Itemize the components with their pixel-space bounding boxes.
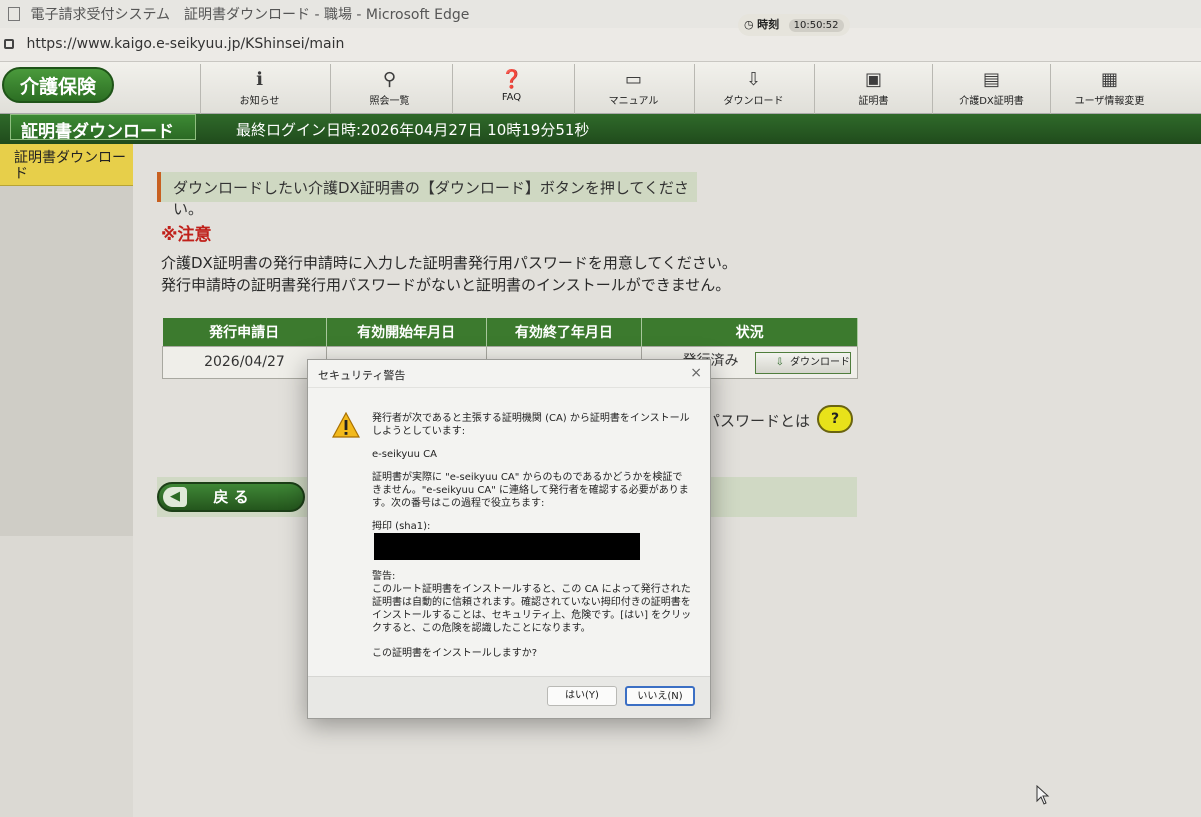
nav-item-certificate[interactable]: ▣ 証明書 bbox=[814, 64, 932, 114]
window-title: 電子請求受付システム 証明書ダウンロード - 職場 - Microsoft Ed… bbox=[30, 7, 470, 23]
nav-item-faq[interactable]: ❓ FAQ bbox=[452, 64, 570, 114]
download-button[interactable]: ⇩ ダウンロード bbox=[755, 352, 851, 374]
nav-item-dx-certificate[interactable]: ▤ 介護DX証明書 bbox=[932, 64, 1050, 114]
clock-label: 時刻 bbox=[757, 18, 780, 31]
address-bar[interactable]: https://www.kaigo.e-seikyuu.jp/KShinsei/… bbox=[0, 28, 1201, 62]
table-header-row: 発行申請日 有効開始年月日 有効終了年月日 状況 bbox=[162, 318, 858, 346]
close-icon[interactable]: × bbox=[690, 365, 702, 381]
warning-heading: ※注意 bbox=[161, 225, 212, 245]
mouse-cursor-icon bbox=[1036, 785, 1050, 805]
ca-name: e-seikyuu CA bbox=[372, 449, 437, 460]
header-bar: 証明書ダウンロード 最終ログイン日時:2026年04月27日 10時19分51秒 bbox=[0, 114, 1201, 144]
dialog-question: この証明書をインストールしますか? bbox=[372, 648, 538, 659]
dialog-warning-text: このルート証明書をインストールすると、この CA によって発行された証明書は自動… bbox=[372, 584, 692, 634]
dialog-body: 発行者が次であると主張する証明機関 (CA) から証明書をインストールしようとし… bbox=[372, 412, 692, 670]
issue-date-cell: 2026/04/27 bbox=[162, 345, 327, 379]
lock-icon bbox=[4, 39, 14, 49]
column-header: 発行申請日 bbox=[162, 318, 327, 346]
certificate-icon: ▣ bbox=[864, 69, 882, 90]
page-icon bbox=[8, 7, 20, 21]
yes-button[interactable]: はい(Y) bbox=[547, 686, 617, 706]
nav-item-label: 介護DX証明書 bbox=[959, 96, 1024, 107]
nav-item-label: 証明書 bbox=[858, 96, 889, 107]
help-button[interactable]: ? bbox=[817, 405, 853, 433]
clock-icon: ◷ bbox=[744, 18, 754, 31]
nav-item-label: お知らせ bbox=[239, 96, 280, 107]
nav-item-label: マニュアル bbox=[608, 96, 659, 107]
user-card-icon: ▦ bbox=[1100, 69, 1118, 90]
nav-item-notices[interactable]: ℹ お知らせ bbox=[200, 64, 318, 114]
brand-logo[interactable]: 介護保険 bbox=[2, 67, 114, 103]
nav-item-label: ダウンロード bbox=[723, 96, 784, 107]
download-button-label: ダウンロード bbox=[790, 357, 850, 368]
download-icon: ⇩ bbox=[775, 357, 784, 368]
password-help-text: パスワードとは bbox=[705, 412, 811, 430]
dialog-title: セキュリティ警告 bbox=[308, 360, 710, 388]
nav-item-label: FAQ bbox=[501, 92, 522, 103]
sidebar-item-certificate-download[interactable]: 証明書ダウンロード bbox=[0, 144, 133, 186]
back-button-label: 戻 る bbox=[213, 488, 249, 506]
top-navigation: 介護保険 ℹ お知らせ ⚲ 照会一覧 ❓ FAQ ▭ マニュアル ⇩ ダウンロー… bbox=[0, 62, 1201, 114]
column-header: 有効終了年月日 bbox=[486, 318, 643, 346]
page-background bbox=[0, 536, 133, 817]
dialog-paragraph: 証明書が実際に "e-seikyuu CA" からのものであるかどうかを検証でき… bbox=[372, 472, 689, 509]
back-arrow-icon: ◀ bbox=[163, 487, 187, 507]
window-title-bar: 電子請求受付システム 証明書ダウンロード - 職場 - Microsoft Ed… bbox=[0, 0, 1201, 28]
clock: ◷ 時刻 10:50:52 bbox=[738, 14, 850, 36]
redacted-thumbprint bbox=[374, 533, 640, 560]
warning-icon bbox=[332, 412, 360, 438]
sidebar-item-label: 証明書ダウンロード bbox=[14, 150, 126, 182]
thumbprint-row: 拇印 (sha1): bbox=[372, 520, 692, 560]
dialog-warning-label: 警告: bbox=[372, 571, 396, 582]
nav-item-label: ユーザ情報変更 bbox=[1074, 96, 1145, 107]
dx-certificate-icon: ▤ bbox=[982, 69, 1000, 90]
instruction-banner: ダウンロードしたい介護DX証明書の【ダウンロード】ボタンを押してください。 bbox=[157, 172, 697, 218]
nav-item-inquiry-list[interactable]: ⚲ 照会一覧 bbox=[330, 64, 448, 114]
faq-icon: ❓ bbox=[500, 69, 523, 90]
nav-item-user-info[interactable]: ▦ ユーザ情報変更 bbox=[1050, 64, 1168, 114]
dialog-paragraph: 発行者が次であると主張する証明機関 (CA) から証明書をインストールしようとし… bbox=[372, 413, 690, 437]
warning-line: 発行申請時の証明書発行用パスワードがないと証明書のインストールができません。 bbox=[161, 276, 731, 294]
last-login: 最終ログイン日時:2026年04月27日 10時19分51秒 bbox=[236, 121, 590, 139]
url-text[interactable]: https://www.kaigo.e-seikyuu.jp/KShinsei/… bbox=[26, 36, 344, 52]
column-header: 有効開始年月日 bbox=[326, 318, 487, 346]
clock-time: 10:50:52 bbox=[788, 19, 844, 32]
column-header: 状況 bbox=[641, 318, 858, 346]
info-icon: ℹ bbox=[256, 69, 263, 90]
page-title: 証明書ダウンロード bbox=[10, 114, 196, 142]
nav-item-manual[interactable]: ▭ マニュアル bbox=[574, 64, 692, 114]
warning-block: 警告: このルート証明書をインストールすると、この CA によって発行された証明… bbox=[372, 570, 692, 635]
download-icon: ⇩ bbox=[745, 69, 762, 90]
book-icon: ▭ bbox=[624, 69, 642, 90]
nav-item-label: 照会一覧 bbox=[369, 96, 410, 107]
no-button[interactable]: いいえ(N) bbox=[625, 686, 695, 706]
nav-item-download[interactable]: ⇩ ダウンロード bbox=[694, 64, 812, 114]
security-warning-dialog: セキュリティ警告 × 発行者が次であると主張する証明機関 (CA) から証明書を… bbox=[307, 359, 711, 719]
sidebar: 証明書ダウンロード bbox=[0, 144, 133, 536]
warning-line: 介護DX証明書の発行申請時に入力した証明書発行用パスワードを用意してください。 bbox=[161, 254, 737, 272]
magnifier-icon: ⚲ bbox=[382, 69, 397, 90]
thumbprint-label: 拇印 (sha1): bbox=[372, 521, 431, 532]
dialog-footer: はい(Y) いいえ(N) bbox=[308, 676, 710, 718]
back-button[interactable]: ◀ 戻 る bbox=[157, 482, 305, 512]
